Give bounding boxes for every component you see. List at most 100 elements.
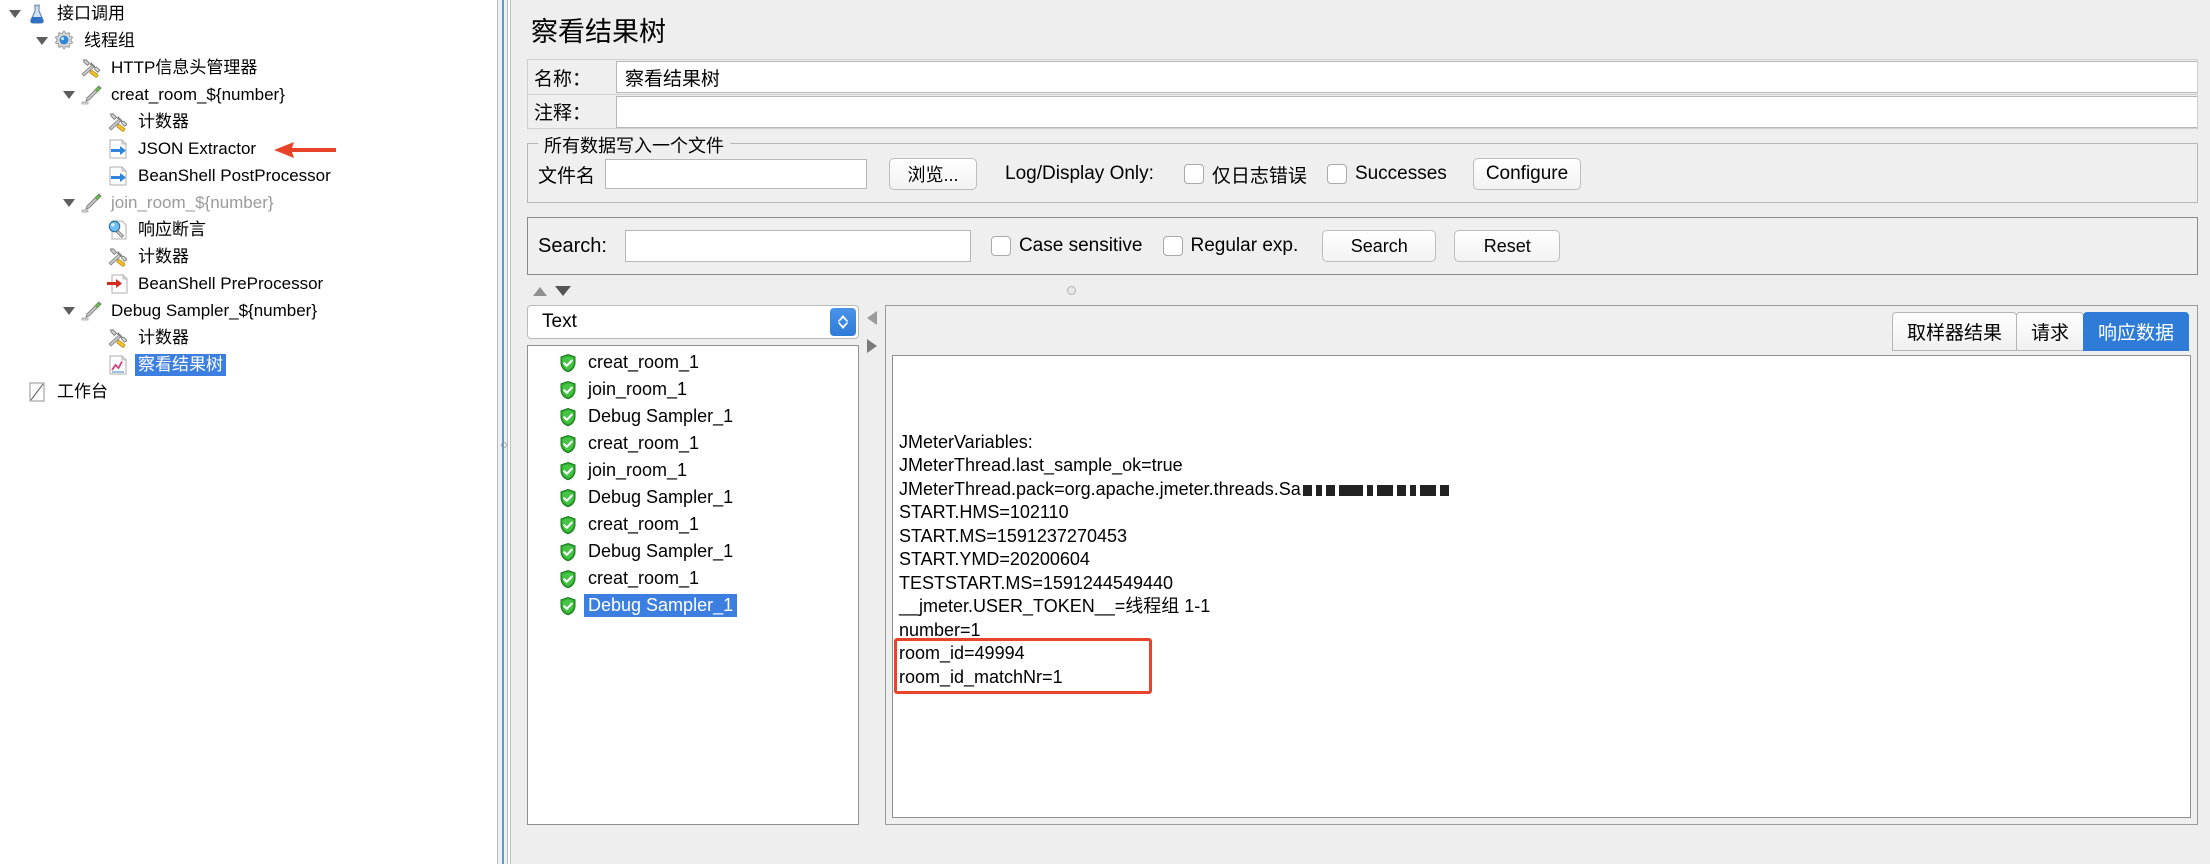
results-split: Text creat_room_1 join_room_1 Debug Sample…	[527, 305, 2198, 825]
tree-node[interactable]: creat_room_${number}	[0, 81, 497, 108]
search-input[interactable]	[624, 230, 971, 262]
results-left-column: Text creat_room_1 join_room_1 Debug Sample…	[527, 305, 859, 825]
search-button[interactable]: Search	[1322, 230, 1437, 262]
threadgroup-icon	[51, 29, 77, 52]
list-item-label: creat_room_1	[588, 514, 700, 534]
tree-node[interactable]: join_room_${number}	[0, 189, 497, 216]
list-item-label: Debug Sampler_1	[588, 487, 734, 507]
tree-node-label: BeanShell PreProcessor	[138, 273, 324, 293]
view-results-tree-panel: 察看结果树 名称： 察看结果树 注释： 所有数据写入一个文件 文件名 浏览...…	[510, 0, 2210, 864]
comment-input[interactable]	[616, 95, 2197, 128]
tree-node[interactable]: 工作台	[0, 378, 497, 405]
tab-2[interactable]: 请求	[2015, 312, 2084, 351]
list-item-label: Debug Sampler_1	[588, 541, 734, 561]
list-item-label: creat_room_1	[588, 352, 700, 372]
tree-node[interactable]: 计数器	[0, 243, 497, 270]
list-item[interactable]: Debug Sampler_1	[528, 484, 858, 511]
response-line: __jmeter.USER_TOKEN__=线程组 1-1	[899, 596, 1211, 616]
tree-node-label: JSON Extractor	[138, 138, 257, 158]
chevron-down-icon[interactable]	[60, 197, 78, 209]
config-icon	[105, 327, 131, 349]
tab-1[interactable]: 取样器结果	[1891, 312, 2017, 351]
errors-only-checkbox-wrap[interactable]: 仅日志错误	[1183, 161, 1307, 188]
tree-node-label: BeanShell PostProcessor	[138, 165, 331, 185]
list-item[interactable]: join_room_1	[528, 376, 858, 403]
name-label: 名称：	[534, 68, 592, 90]
scroll-toolbar	[527, 283, 2198, 299]
list-item-label: join_room_1	[588, 460, 688, 480]
list-item[interactable]: Debug Sampler_1	[528, 403, 858, 430]
configure-button[interactable]: Configure	[1472, 158, 1582, 190]
successes-checkbox[interactable]	[1326, 164, 1347, 184]
list-item[interactable]: creat_room_1	[528, 511, 858, 538]
tree-node[interactable]: 线程组	[0, 27, 497, 54]
workbench-icon	[24, 381, 50, 403]
list-item[interactable]: Debug Sampler_1	[528, 538, 858, 565]
config-icon	[78, 57, 104, 79]
list-item[interactable]: creat_room_1	[528, 430, 858, 457]
tree-node-label: creat_room_${number}	[111, 84, 285, 104]
tree-node-label: 计数器	[138, 111, 189, 131]
success-shield-icon	[558, 461, 584, 481]
list-item[interactable]: creat_room_1	[528, 349, 858, 376]
arrow-right-icon[interactable]	[867, 339, 877, 353]
page-title: 察看结果树	[531, 17, 666, 47]
list-item[interactable]: creat_room_1	[528, 565, 858, 592]
list-item[interactable]: Debug Sampler_1	[528, 592, 858, 619]
chevron-down-icon[interactable]	[60, 89, 78, 101]
scroll-up-icon[interactable]	[533, 286, 547, 296]
tree-node[interactable]: JSON Extractor	[0, 135, 497, 162]
reset-button[interactable]: Reset	[1454, 230, 1561, 262]
tree-node-label: join_room_${number}	[111, 192, 274, 212]
response-tabs[interactable]: 取样器结果 请求 响应数据	[886, 312, 2197, 351]
filename-input[interactable]	[605, 159, 868, 189]
chevron-down-icon[interactable]	[6, 8, 24, 20]
list-item[interactable]: join_room_1	[528, 457, 858, 484]
tree-node-label: HTTP信息头管理器	[111, 57, 258, 77]
success-shield-icon	[558, 407, 584, 427]
search-panel: Search: Case sensitive Regular exp. Sear…	[527, 217, 2198, 275]
tree-node-label: Debug Sampler_${number}	[111, 300, 318, 320]
tree-node[interactable]: 计数器	[0, 108, 497, 135]
successes-checkbox-wrap[interactable]: Successes	[1326, 163, 1447, 185]
case-sensitive-checkbox[interactable]	[990, 236, 1011, 256]
success-shield-icon	[558, 353, 584, 373]
name-input[interactable]: 察看结果树	[616, 61, 2197, 93]
tab-3[interactable]: 响应数据	[2082, 312, 2189, 351]
renderer-select[interactable]: Text	[527, 305, 859, 339]
tree-node-label: 计数器	[138, 327, 189, 347]
split-handle[interactable]	[1067, 286, 1076, 295]
sampler-result-list[interactable]: creat_room_1 join_room_1 Debug Sampler_1 cr…	[527, 345, 859, 825]
chevron-down-icon[interactable]	[60, 305, 78, 317]
tree-node[interactable]: 响应断言	[0, 216, 497, 243]
tree-node[interactable]: 计数器	[0, 324, 497, 351]
tree-node[interactable]: HTTP信息头管理器	[0, 54, 497, 81]
sampler-icon	[78, 300, 104, 322]
tree-node[interactable]: 察看结果树	[0, 351, 497, 378]
case-sensitive-checkbox-wrap[interactable]: Case sensitive	[990, 235, 1143, 257]
arrow-left-icon[interactable]	[867, 311, 877, 325]
success-shield-icon	[558, 434, 584, 454]
tree-node[interactable]: BeanShell PreProcessor	[0, 270, 497, 297]
response-line: START.HMS=102110	[899, 502, 1069, 522]
tree-node-label: 察看结果树	[135, 353, 226, 376]
tree-node[interactable]: BeanShell PostProcessor	[0, 162, 497, 189]
scroll-down-icon[interactable]	[555, 286, 571, 296]
test-plan-tree[interactable]: 接口调用 线程组 HTTP信息头管理器 creat_room_${number} 计数器…	[0, 0, 497, 864]
tree-node-label: 计数器	[138, 246, 189, 266]
chevron-down-icon[interactable]	[33, 35, 51, 47]
chevron-updown-icon[interactable]	[830, 308, 856, 336]
response-data-text[interactable]: JMeterVariables: JMeterThread.last_sample…	[892, 355, 2191, 818]
config-icon	[105, 246, 131, 268]
list-item-label: join_room_1	[588, 379, 688, 399]
regular-exp-checkbox-wrap[interactable]: Regular exp.	[1162, 235, 1298, 257]
list-item-label: Debug Sampler_1	[584, 594, 738, 617]
browse-button[interactable]: 浏览...	[889, 158, 978, 190]
tree-node[interactable]: Debug Sampler_${number}	[0, 297, 497, 324]
errors-only-checkbox[interactable]	[1183, 164, 1204, 184]
regular-exp-checkbox[interactable]	[1162, 236, 1183, 256]
list-item-label: creat_room_1	[588, 433, 700, 453]
tree-node[interactable]: 接口调用	[0, 0, 497, 27]
success-shield-icon	[558, 488, 584, 508]
postprocessor-icon	[105, 138, 131, 160]
